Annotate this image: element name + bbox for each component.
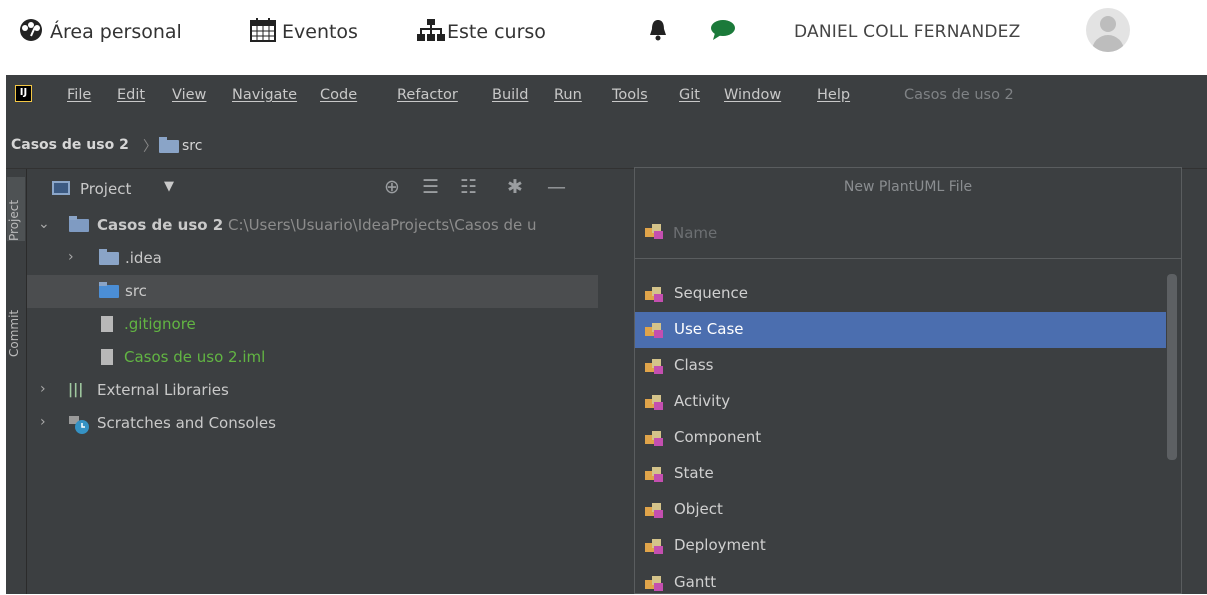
- plantuml-icon: [645, 395, 663, 410]
- menu-bar: IJ File Edit View Navigate Code Refactor…: [6, 75, 1207, 120]
- menu-file[interactable]: File: [67, 87, 91, 103]
- menu-build[interactable]: Build: [492, 87, 528, 103]
- menu-tools[interactable]: Tools: [612, 87, 648, 103]
- menu-window[interactable]: Window: [724, 87, 781, 103]
- chevron-right-icon[interactable]: ›: [40, 414, 46, 430]
- user-name[interactable]: DANIEL COLL FERNANDEZ: [794, 18, 1020, 46]
- dashboard-icon: [16, 18, 46, 47]
- list-item-gantt[interactable]: Gantt: [635, 573, 1166, 595]
- plantuml-icon: [645, 224, 663, 239]
- list-item-activity[interactable]: Activity: [635, 384, 1166, 420]
- list-item-deployment[interactable]: Deployment: [635, 528, 1166, 564]
- menu-help[interactable]: Help: [817, 87, 850, 103]
- chevron-right-icon: 〉: [143, 139, 157, 155]
- intellij-logo-icon: IJ: [15, 85, 32, 102]
- tree-item-external-libraries[interactable]: › ||| External Libraries: [27, 374, 598, 407]
- library-icon: |||: [68, 382, 84, 398]
- tree-label-external: External Libraries: [97, 381, 229, 399]
- plantuml-icon: [645, 287, 663, 302]
- breadcrumb-folder[interactable]: src: [182, 138, 202, 154]
- tree-label-scratches: Scratches and Consoles: [97, 414, 276, 432]
- root-project-path: C:\Users\Usuario\IdeaProjects\Casos de u: [228, 216, 537, 234]
- chat-bubble-icon: [710, 19, 736, 46]
- new-plantuml-file-dialog: New PlantUML File Sequence Use Case Clas…: [634, 167, 1182, 594]
- project-panel-header: Project ▼ ⊕ ☰ ☷ ✱ —: [27, 169, 598, 209]
- list-scrollbar[interactable]: [1167, 274, 1177, 460]
- scratches-icon: [68, 415, 90, 439]
- list-item-sequence[interactable]: Sequence: [635, 276, 1166, 312]
- tree-label-idea: .idea: [125, 249, 162, 267]
- moodle-navbar: Área personal Eventos Este curso DANIEL …: [0, 0, 1207, 64]
- tree-label-gitignore: .gitignore: [124, 315, 196, 333]
- caret-down-icon[interactable]: ▼: [164, 179, 174, 194]
- expand-all-icon[interactable]: ☰: [422, 176, 439, 198]
- window-title: Casos de uso 2: [904, 87, 1014, 103]
- list-item-object[interactable]: Object: [635, 492, 1166, 528]
- name-field: [635, 206, 1181, 259]
- project-view-icon: [52, 181, 70, 195]
- tool-window-strip: Project Commit: [6, 169, 27, 594]
- list-item-use-case[interactable]: Use Case: [635, 312, 1166, 348]
- menu-edit[interactable]: Edit: [117, 87, 145, 103]
- events-label: Eventos: [282, 21, 358, 43]
- tree-item-src[interactable]: src: [27, 275, 598, 308]
- menu-git[interactable]: Git: [679, 87, 700, 103]
- minimize-icon[interactable]: —: [547, 176, 566, 198]
- name-input[interactable]: [671, 218, 1165, 248]
- tree-item-gitignore[interactable]: .gitignore: [27, 308, 598, 341]
- list-item-state[interactable]: State: [635, 456, 1166, 492]
- tree-label-iml: Casos de uso 2.iml: [124, 348, 266, 366]
- home-label: Área personal: [50, 21, 182, 43]
- menu-view[interactable]: View: [172, 87, 206, 103]
- side-tab-project[interactable]: Project: [7, 177, 25, 241]
- menu-refactor[interactable]: Refactor: [397, 87, 458, 103]
- tree-item-iml[interactable]: Casos de uso 2.iml: [27, 341, 598, 374]
- plantuml-icon: [645, 576, 663, 591]
- tree-item-scratches[interactable]: › Scratches and Consoles: [27, 407, 598, 440]
- plantuml-icon: [645, 359, 663, 374]
- tree-item-idea[interactable]: › .idea: [27, 242, 598, 275]
- course-label: Este curso: [447, 21, 546, 43]
- template-list: Sequence Use Case Class Activity Compone…: [635, 276, 1181, 595]
- locate-icon[interactable]: ⊕: [384, 176, 400, 198]
- folder-icon: [159, 137, 179, 153]
- project-tool-window: Project ▼ ⊕ ☰ ☷ ✱ — ⌄ Casos de uso 2 C:\…: [27, 169, 598, 594]
- chevron-right-icon[interactable]: ›: [68, 249, 74, 265]
- breadcrumb: Casos de uso 2 〉 src: [6, 120, 1207, 169]
- plantuml-icon: [645, 539, 663, 554]
- gear-icon[interactable]: ✱: [507, 176, 523, 198]
- chevron-right-icon[interactable]: ›: [40, 381, 46, 397]
- events-link[interactable]: Eventos: [248, 17, 358, 48]
- avatar[interactable]: [1086, 8, 1130, 52]
- calendar-icon: [248, 17, 278, 48]
- list-item-component[interactable]: Component: [635, 420, 1166, 456]
- menu-run[interactable]: Run: [554, 87, 582, 103]
- tree-item-root[interactable]: ⌄ Casos de uso 2 C:\Users\Usuario\IdeaPr…: [27, 209, 598, 242]
- menu-code[interactable]: Code: [320, 87, 357, 103]
- plantuml-icon: [645, 503, 663, 518]
- dialog-title: New PlantUML File: [635, 168, 1181, 207]
- messages-button[interactable]: [710, 18, 736, 46]
- chevron-down-icon[interactable]: ⌄: [38, 216, 50, 232]
- plantuml-icon: [645, 431, 663, 446]
- sitemap-icon: [416, 18, 446, 47]
- notifications-button[interactable]: [648, 18, 668, 46]
- project-view-selector[interactable]: Project: [80, 180, 131, 198]
- tree-label-src: src: [125, 282, 147, 300]
- collapse-all-icon[interactable]: ☷: [460, 176, 477, 198]
- menu-navigate[interactable]: Navigate: [232, 87, 297, 103]
- plantuml-icon: [645, 323, 663, 338]
- course-link[interactable]: Este curso: [416, 18, 546, 46]
- root-project-name: Casos de uso 2: [97, 216, 224, 234]
- plantuml-icon: [645, 467, 663, 482]
- breadcrumb-project[interactable]: Casos de uso 2: [11, 137, 129, 153]
- list-item-class[interactable]: Class: [635, 348, 1166, 384]
- side-tab-commit[interactable]: Commit: [7, 295, 25, 357]
- bell-icon: [648, 19, 668, 46]
- home-link[interactable]: Área personal: [16, 18, 182, 46]
